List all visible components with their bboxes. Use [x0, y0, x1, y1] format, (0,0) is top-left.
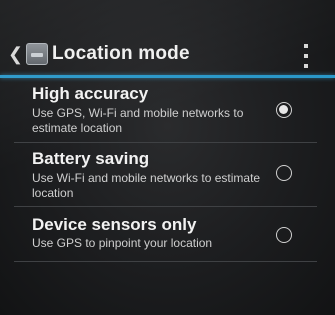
action-bar: ❮ Location mode [0, 30, 335, 78]
watermark-logo [276, 276, 332, 312]
chevron-left-icon: ❮ [8, 44, 24, 64]
option-summary: Use GPS, Wi-Fi and mobile networks to es… [32, 106, 244, 135]
option-label: High accuracy [32, 84, 149, 103]
option-high-accuracy[interactable]: High accuracy Use GPS, Wi-Fi and mobile … [0, 78, 335, 143]
option-device-sensors-only[interactable]: Device sensors only Use GPS to pinpoint … [0, 207, 335, 262]
overflow-menu-icon[interactable] [298, 44, 314, 68]
settings-screen: ❮ Location mode High accuracy Use GPS, W… [0, 0, 335, 315]
radio-button[interactable] [276, 165, 292, 181]
option-battery-saving[interactable]: Battery saving Use Wi-Fi and mobile netw… [0, 143, 335, 207]
option-summary: Use GPS to pinpoint your location [32, 236, 213, 250]
option-label: Battery saving [32, 149, 150, 168]
page-title: Location mode [52, 43, 190, 64]
option-label: Device sensors only [32, 215, 197, 234]
radio-button-selected[interactable] [276, 102, 292, 118]
settings-app-icon [26, 43, 48, 65]
up-navigation-button[interactable]: ❮ [8, 36, 48, 72]
radio-button[interactable] [276, 227, 292, 243]
list-divider [14, 261, 317, 262]
option-summary: Use Wi-Fi and mobile networks to estimat… [32, 171, 261, 200]
